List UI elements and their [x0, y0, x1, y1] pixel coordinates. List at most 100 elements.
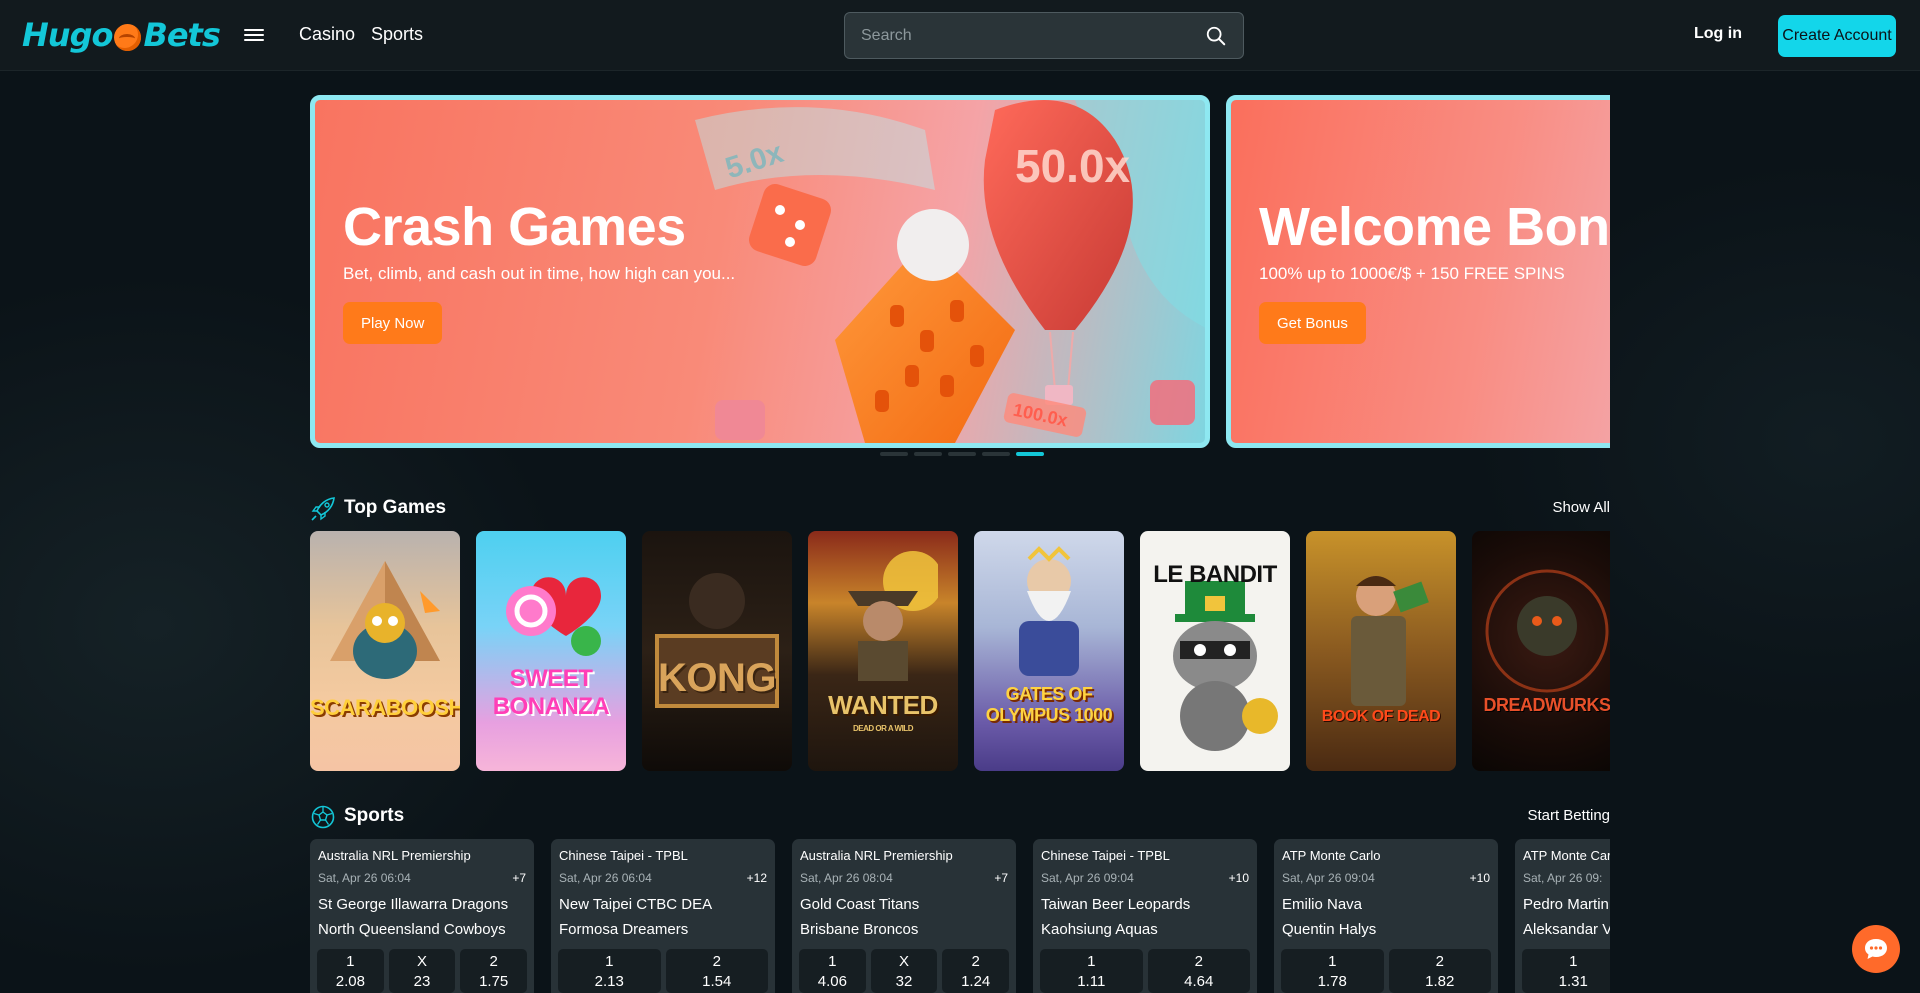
- slide-title: Crash Games: [343, 197, 686, 257]
- carousel-dot[interactable]: [948, 452, 976, 456]
- more-markets-count[interactable]: +10: [1229, 871, 1249, 885]
- odd-button[interactable]: 2 4.64: [1147, 949, 1250, 993]
- logo[interactable]: Hugo Bets: [22, 13, 221, 57]
- show-all-link[interactable]: Show All: [1552, 499, 1610, 516]
- more-markets-count[interactable]: +10: [1470, 871, 1490, 885]
- chat-support-button[interactable]: [1852, 925, 1900, 973]
- odd-button[interactable]: 1 1.11: [1040, 949, 1143, 993]
- game-art: [330, 561, 440, 679]
- game-tile-wanted[interactable]: WANTED DEAD OR A WILD: [808, 531, 958, 771]
- event-card[interactable]: Chinese Taipei - TPBL Sat, Apr 26 09:04 …: [1033, 839, 1257, 993]
- carousel-dots: [880, 452, 1044, 456]
- slide-subtitle: 100% up to 1000€/$ + 150 FREE SPINS: [1259, 264, 1565, 283]
- odd-button[interactable]: 1 1.31: [1522, 949, 1610, 993]
- game-tile-dreadwurks[interactable]: DREADWURKS: [1472, 531, 1610, 771]
- odd-button[interactable]: 1 2.13: [558, 949, 661, 993]
- login-button[interactable]: Log in: [1694, 25, 1742, 43]
- rocket-icon: [311, 497, 335, 521]
- logo-text-bets: Bets: [143, 16, 220, 54]
- logo-text-hugo: Hugo: [22, 16, 113, 54]
- odd-button[interactable]: 1 1.78: [1281, 949, 1384, 993]
- game-title: BOOK OF DEAD: [1321, 708, 1441, 725]
- game-tile-book-of-dead[interactable]: BOOK OF DEAD: [1306, 531, 1456, 771]
- game-tile-le-bandit[interactable]: LE BANDIT: [1140, 531, 1290, 771]
- carousel-dot[interactable]: [880, 452, 908, 456]
- soccer-ball-icon: [311, 805, 335, 829]
- game-subtitle: DEAD OR A WILD: [853, 724, 913, 733]
- game-title: SWEET BONANZA: [492, 665, 610, 720]
- game-art: [1019, 546, 1079, 676]
- event-date: Sat, Apr 26 08:04: [800, 871, 893, 885]
- game-tile-kong[interactable]: KONG: [642, 531, 792, 771]
- odds-row: 1 1.11 2 4.64: [1040, 949, 1250, 993]
- event-league: ATP Monte Carl: [1523, 848, 1610, 863]
- event-card[interactable]: Australia NRL Premiership Sat, Apr 26 08…: [792, 839, 1016, 993]
- odd-button[interactable]: 2 1.54: [665, 949, 768, 993]
- game-tile-gates-of-olympus[interactable]: GATES OF OLYMPUS 1000: [974, 531, 1124, 771]
- odds-row: 1 4.06 X 32 2 1.24: [799, 949, 1010, 993]
- event-card[interactable]: Australia NRL Premiership Sat, Apr 26 06…: [310, 839, 534, 993]
- event-card[interactable]: ATP Monte Carl Sat, Apr 26 09: Pedro Mar…: [1515, 839, 1610, 993]
- top-games-row: SCARABOOSH SWEET BONANZA KONG WANTED DEA…: [310, 531, 1610, 771]
- slide-crash-games[interactable]: 50.0x 100.0x 5.0x Crash Games Bet, climb…: [310, 95, 1210, 448]
- game-title: SCARABOOSH: [310, 695, 460, 720]
- carousel-dot[interactable]: [982, 452, 1010, 456]
- event-card[interactable]: ATP Monte Carlo Sat, Apr 26 09:04 +10 Em…: [1274, 839, 1498, 993]
- game-art: [506, 577, 601, 656]
- game-tile-sweet-bonanza[interactable]: SWEET BONANZA: [476, 531, 626, 771]
- top-games-header: Top Games Show All: [310, 494, 1610, 524]
- home-team: Gold Coast Titans: [800, 896, 920, 913]
- menu-icon[interactable]: [244, 26, 264, 44]
- away-team: Formosa Dreamers: [559, 921, 689, 938]
- svg-text:50.0x: 50.0x: [1015, 140, 1131, 192]
- home-team: Pedro Martin: [1523, 896, 1609, 913]
- game-title: DREADWURKS: [1483, 695, 1611, 715]
- game-title: KONG: [658, 656, 777, 700]
- carousel-dot-active[interactable]: [1016, 452, 1044, 456]
- event-date: Sat, Apr 26 09:04: [1041, 871, 1134, 885]
- more-markets-count[interactable]: +7: [994, 871, 1008, 885]
- search-box: [844, 12, 1244, 59]
- more-markets-count[interactable]: +12: [747, 871, 767, 885]
- odd-button[interactable]: 2 1.82: [1388, 949, 1491, 993]
- nav-casino[interactable]: Casino: [299, 24, 355, 45]
- start-betting-link[interactable]: Start Betting: [1527, 807, 1610, 824]
- away-team: Quentin Halys: [1282, 921, 1377, 938]
- event-card[interactable]: Chinese Taipei - TPBL Sat, Apr 26 06:04 …: [551, 839, 775, 993]
- game-art: [1485, 569, 1609, 693]
- event-date: Sat, Apr 26 06:04: [559, 871, 652, 885]
- game-title: GATES OF OLYMPUS 1000: [985, 684, 1113, 725]
- get-bonus-button[interactable]: Get Bonus: [1259, 302, 1366, 344]
- game-tile-scaraboosh[interactable]: SCARABOOSH: [310, 531, 460, 771]
- odds-row: 1 1.78 2 1.82: [1281, 949, 1491, 993]
- slide-welcome-bonus[interactable]: Welcome Bonu 100% up to 1000€/$ + 150 FR…: [1226, 95, 1610, 448]
- odd-button[interactable]: X 32: [870, 949, 938, 993]
- event-league: Australia NRL Premiership: [800, 848, 953, 863]
- odd-button[interactable]: 2 1.24: [942, 949, 1010, 993]
- promo-carousel: 50.0x 100.0x 5.0x Crash Games Bet, climb…: [310, 95, 1610, 448]
- create-account-button[interactable]: Create Account: [1778, 15, 1896, 57]
- odd-button[interactable]: X 23: [388, 949, 456, 993]
- event-league: Chinese Taipei - TPBL: [1041, 848, 1170, 863]
- crash-games-artwork: 50.0x 100.0x 5.0x: [695, 100, 1205, 443]
- odd-button[interactable]: 1 2.08: [317, 949, 384, 993]
- home-team: Emilio Nava: [1282, 896, 1363, 913]
- play-now-button[interactable]: Play Now: [343, 302, 443, 344]
- odds-row: 1 2.13 2 1.54: [558, 949, 768, 993]
- event-date: Sat, Apr 26 09:04: [1282, 871, 1375, 885]
- sports-header: Sports Start Betting: [310, 802, 1610, 832]
- odd-button[interactable]: 1 4.06: [799, 949, 866, 993]
- home-team: New Taipei CTBC DEA: [559, 896, 713, 913]
- more-markets-count[interactable]: +7: [512, 871, 526, 885]
- game-title: LE BANDIT: [1153, 561, 1277, 588]
- carousel-dot[interactable]: [914, 452, 942, 456]
- main-nav: Casino Sports: [299, 24, 423, 45]
- section-title: Sports: [344, 805, 405, 826]
- search-icon[interactable]: [1205, 25, 1227, 47]
- event-date: Sat, Apr 26 06:04: [318, 871, 411, 885]
- nav-sports[interactable]: Sports: [371, 24, 423, 45]
- search-input[interactable]: [861, 13, 1191, 58]
- odd-button[interactable]: 2 1.75: [460, 949, 528, 993]
- logo-ball-icon: [114, 23, 142, 51]
- top-bar: Hugo Bets Casino Sports Log in Create Acc…: [0, 0, 1920, 71]
